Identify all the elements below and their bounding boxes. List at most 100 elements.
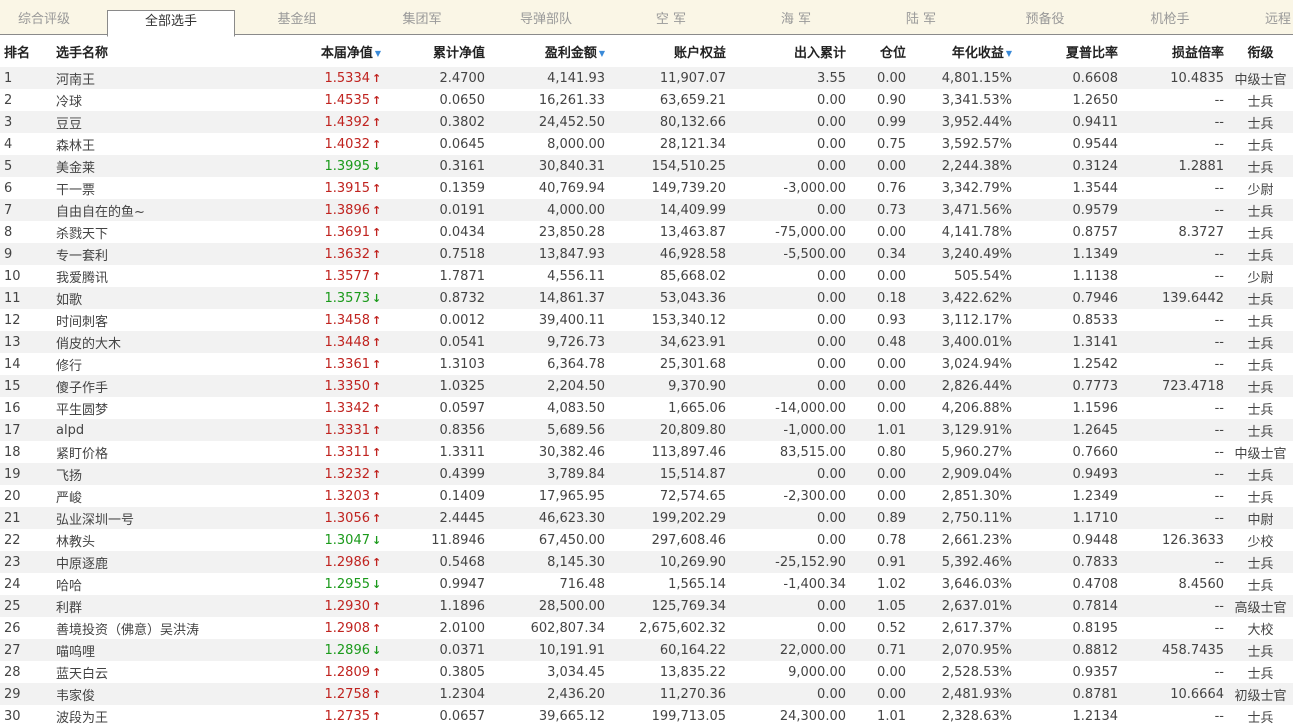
table-row[interactable]: 19 飞扬 1.3232 ↑ 0.4399 3,789.84 15,514.87 0.00 0.… [0, 463, 1293, 485]
nav-value: 1.3350 [324, 378, 371, 394]
player-name-cell[interactable]: 蓝天白云 [52, 661, 242, 683]
player-name-cell[interactable]: 利群 [52, 595, 242, 617]
player-name-cell[interactable]: 飞扬 [52, 463, 242, 485]
table-row[interactable]: 24 哈哈 1.2955 ↓ 0.9947 716.48 1,565.14 -1,400.34… [0, 573, 1293, 595]
table-row[interactable]: 5 美金莱 1.3995 ↓ 0.3161 30,840.31 154,510.25 0.00… [0, 155, 1293, 177]
table-row[interactable]: 28 蓝天白云 1.2809 ↑ 0.3805 3,034.45 13,835.22 9,00… [0, 661, 1293, 683]
player-name-cell[interactable]: 哈哈 [52, 573, 242, 595]
tab-missile-force[interactable]: 导弹部队 [499, 0, 593, 35]
player-name-cell[interactable]: 冷球 [52, 89, 242, 111]
table-row[interactable]: 7 自由自在的鱼~ 1.3896 ↑ 0.0191 4,000.00 14,409.99 0.… [0, 199, 1293, 221]
tab-air-force[interactable]: 空 军 [624, 0, 718, 35]
player-name-cell[interactable]: 平生圆梦 [52, 397, 242, 419]
tab-machine-gunner[interactable]: 机枪手 [1123, 0, 1217, 35]
table-row[interactable]: 10 我爱腾讯 1.3577 ↑ 1.7871 4,556.11 85,668.02 0.00… [0, 265, 1293, 287]
tab-reserve[interactable]: 预备役 [998, 0, 1092, 35]
pl-ratio-cell: -- [1214, 400, 1224, 416]
player-name-cell[interactable]: 如歌 [52, 287, 242, 309]
col-position-header[interactable]: 仓位 [850, 35, 910, 67]
sort-down-icon[interactable]: ▼ [375, 49, 381, 58]
position-cell: 0.75 [877, 136, 906, 152]
table-row[interactable]: 20 严峻 1.3203 ↑ 0.1409 17,965.95 72,574.65 -2,30… [0, 485, 1293, 507]
table-row[interactable]: 4 森林王 1.4032 ↑ 0.0645 8,000.00 28,121.34 0.00 0.… [0, 133, 1293, 155]
player-name-cell[interactable]: 善境投资（佛意）吴洪涛 [52, 617, 242, 639]
table-row[interactable]: 29 韦家俊 1.2758 ↑ 1.2304 2,436.20 11,270.36 0.00 0… [0, 683, 1293, 705]
rank-cell: 14 [4, 356, 21, 372]
col-sharpe-header[interactable]: 夏普比率 [1016, 35, 1122, 67]
table-row[interactable]: 16 平生圆梦 1.3342 ↑ 0.0597 4,083.50 1,665.06 -14,0… [0, 397, 1293, 419]
tab-long-range[interactable]: 远程 [1248, 0, 1293, 35]
table-row[interactable]: 14 修行 1.3361 ↑ 1.3103 6,364.78 25,301.68 0.00 0.… [0, 353, 1293, 375]
table-row[interactable]: 26 善境投资（佛意）吴洪涛 1.2908 ↑ 2.0100 602,807.34 2,67… [0, 617, 1293, 639]
table-row[interactable]: 23 中原逐鹿 1.2986 ↑ 0.5468 8,145.30 10,269.90 -25,… [0, 551, 1293, 573]
player-name-cell[interactable]: 傻子作手 [52, 375, 242, 397]
table-row[interactable]: 2 冷球 1.4535 ↑ 0.0650 16,261.33 63,659.21 0.00 0.… [0, 89, 1293, 111]
col-profit-header[interactable]: 盈利金额 ▼ [489, 35, 609, 67]
player-name-cell[interactable]: 喵呜哩 [52, 639, 242, 661]
table-row[interactable]: 17 alpd 1.3331 ↑ 0.8356 5,689.56 20,809.80 -1,0… [0, 419, 1293, 441]
table-row[interactable]: 9 专一套利 1.3632 ↑ 0.7518 13,847.93 46,928.58 -5,5… [0, 243, 1293, 265]
sort-down-icon[interactable]: ▼ [1006, 49, 1012, 58]
table-row[interactable]: 15 傻子作手 1.3350 ↑ 1.0325 2,204.50 9,370.90 0.00 0… [0, 375, 1293, 397]
nav-cell: 1.2896 ↓ [242, 639, 385, 661]
player-name-cell[interactable]: 河南王 [52, 67, 242, 89]
tab-army[interactable]: 陆 军 [874, 0, 968, 35]
table-row[interactable]: 8 杀戮天下 1.3691 ↑ 0.0434 23,850.28 13,463.87 -75,… [0, 221, 1293, 243]
player-name-cell[interactable]: 弘业深圳一号 [52, 507, 242, 529]
table-row[interactable]: 6 干一票 1.3915 ↑ 0.1359 40,769.94 149,739.20 -3,0… [0, 177, 1293, 199]
col-name-header[interactable]: 选手名称 [52, 35, 242, 67]
sharpe-cell: 0.9411 [1016, 111, 1122, 133]
sort-down-icon[interactable]: ▼ [599, 49, 605, 58]
cum-nav-cell: 0.8356 [385, 419, 489, 441]
tab-all-players[interactable]: 全部选手 [107, 10, 235, 37]
table-row[interactable]: 13 俏皮的大木 1.3448 ↑ 0.0541 9,726.73 34,623.91 0.0… [0, 331, 1293, 353]
col-title-header[interactable]: 衔级 [1228, 35, 1293, 67]
player-name-cell[interactable]: 自由自在的鱼~ [52, 199, 242, 221]
col-rank-header[interactable]: 排名 [0, 35, 52, 67]
player-name-cell[interactable]: 严峻 [52, 485, 242, 507]
player-name-cell[interactable]: 韦家俊 [52, 683, 242, 705]
player-name-cell[interactable]: 豆豆 [52, 111, 242, 133]
player-name-cell[interactable]: 美金莱 [52, 155, 242, 177]
col-annual-header[interactable]: 年化收益 ▼ [910, 35, 1016, 67]
player-name-cell[interactable]: 波段为王 [52, 705, 242, 727]
col-inout-header[interactable]: 出入累计 [730, 35, 850, 67]
player-name-cell[interactable]: 时间刺客 [52, 309, 242, 331]
table-row[interactable]: 27 喵呜哩 1.2896 ↓ 0.0371 10,191.91 60,164.22 22,0… [0, 639, 1293, 661]
col-pl-ratio-header[interactable]: 损益倍率 [1122, 35, 1228, 67]
cum-nav-cell: 0.0371 [385, 639, 489, 661]
rank-title-cell: 少尉 [1247, 182, 1274, 198]
tab-navy[interactable]: 海 军 [749, 0, 843, 35]
player-name-cell[interactable]: 杀戮天下 [52, 221, 242, 243]
player-name-cell[interactable]: 紧盯价格 [52, 441, 242, 463]
tab-fund-group[interactable]: 基金组 [250, 0, 344, 35]
player-name-cell[interactable]: 干一票 [52, 177, 242, 199]
table-row[interactable]: 30 波段为王 1.2735 ↑ 0.0657 39,665.12 199,713.05 24… [0, 705, 1293, 727]
table-row[interactable]: 18 紧盯价格 1.3311 ↑ 1.3311 30,382.46 113,897.46 83… [0, 441, 1293, 463]
table-row[interactable]: 12 时间刺客 1.3458 ↑ 0.0012 39,400.11 153,340.12 0.… [0, 309, 1293, 331]
profit-cell: 8,000.00 [547, 136, 605, 152]
player-name-cell[interactable]: 森林王 [52, 133, 242, 155]
player-name-cell[interactable]: alpd [52, 419, 242, 441]
col-cum-nav-header[interactable]: 累计净值 [385, 35, 489, 67]
table-row[interactable]: 21 弘业深圳一号 1.3056 ↑ 2.4445 46,623.30 199,202.29… [0, 507, 1293, 529]
equity-cell: 2,675,602.32 [639, 620, 726, 636]
tab-composite-rating[interactable]: 综合评级 [0, 0, 88, 35]
player-name-cell[interactable]: 俏皮的大木 [52, 331, 242, 353]
sharpe-cell: 0.7773 [1016, 375, 1122, 397]
player-name-cell[interactable]: 修行 [52, 353, 242, 375]
col-nav-header[interactable]: 本届净值 ▼ [242, 35, 385, 67]
table-row[interactable]: 3 豆豆 1.4392 ↑ 0.3802 24,452.50 80,132.66 0.00 0.… [0, 111, 1293, 133]
table-row[interactable]: 22 林教头 1.3047 ↓ 11.8946 67,450.00 297,608.46 0.… [0, 529, 1293, 551]
table-row[interactable]: 1 河南王 1.5334 ↑ 2.4700 4,141.93 11,907.07 3.55 0.… [0, 67, 1293, 89]
profit-cell: 30,840.31 [489, 155, 609, 177]
player-name-cell[interactable]: 专一套利 [52, 243, 242, 265]
player-name-cell[interactable]: 我爱腾讯 [52, 265, 242, 287]
table-row[interactable]: 11 如歌 1.3573 ↓ 0.8732 14,861.37 53,043.36 0.00 0… [0, 287, 1293, 309]
table-row[interactable]: 25 利群 1.2930 ↑ 1.1896 28,500.00 125,769.34 0.00… [0, 595, 1293, 617]
player-name-cell[interactable]: 林教头 [52, 529, 242, 551]
tab-group-army[interactable]: 集团军 [375, 0, 469, 35]
player-name-cell[interactable]: 中原逐鹿 [52, 551, 242, 573]
col-equity-header[interactable]: 账户权益 [609, 35, 730, 67]
equity-cell: 15,514.87 [609, 463, 730, 485]
